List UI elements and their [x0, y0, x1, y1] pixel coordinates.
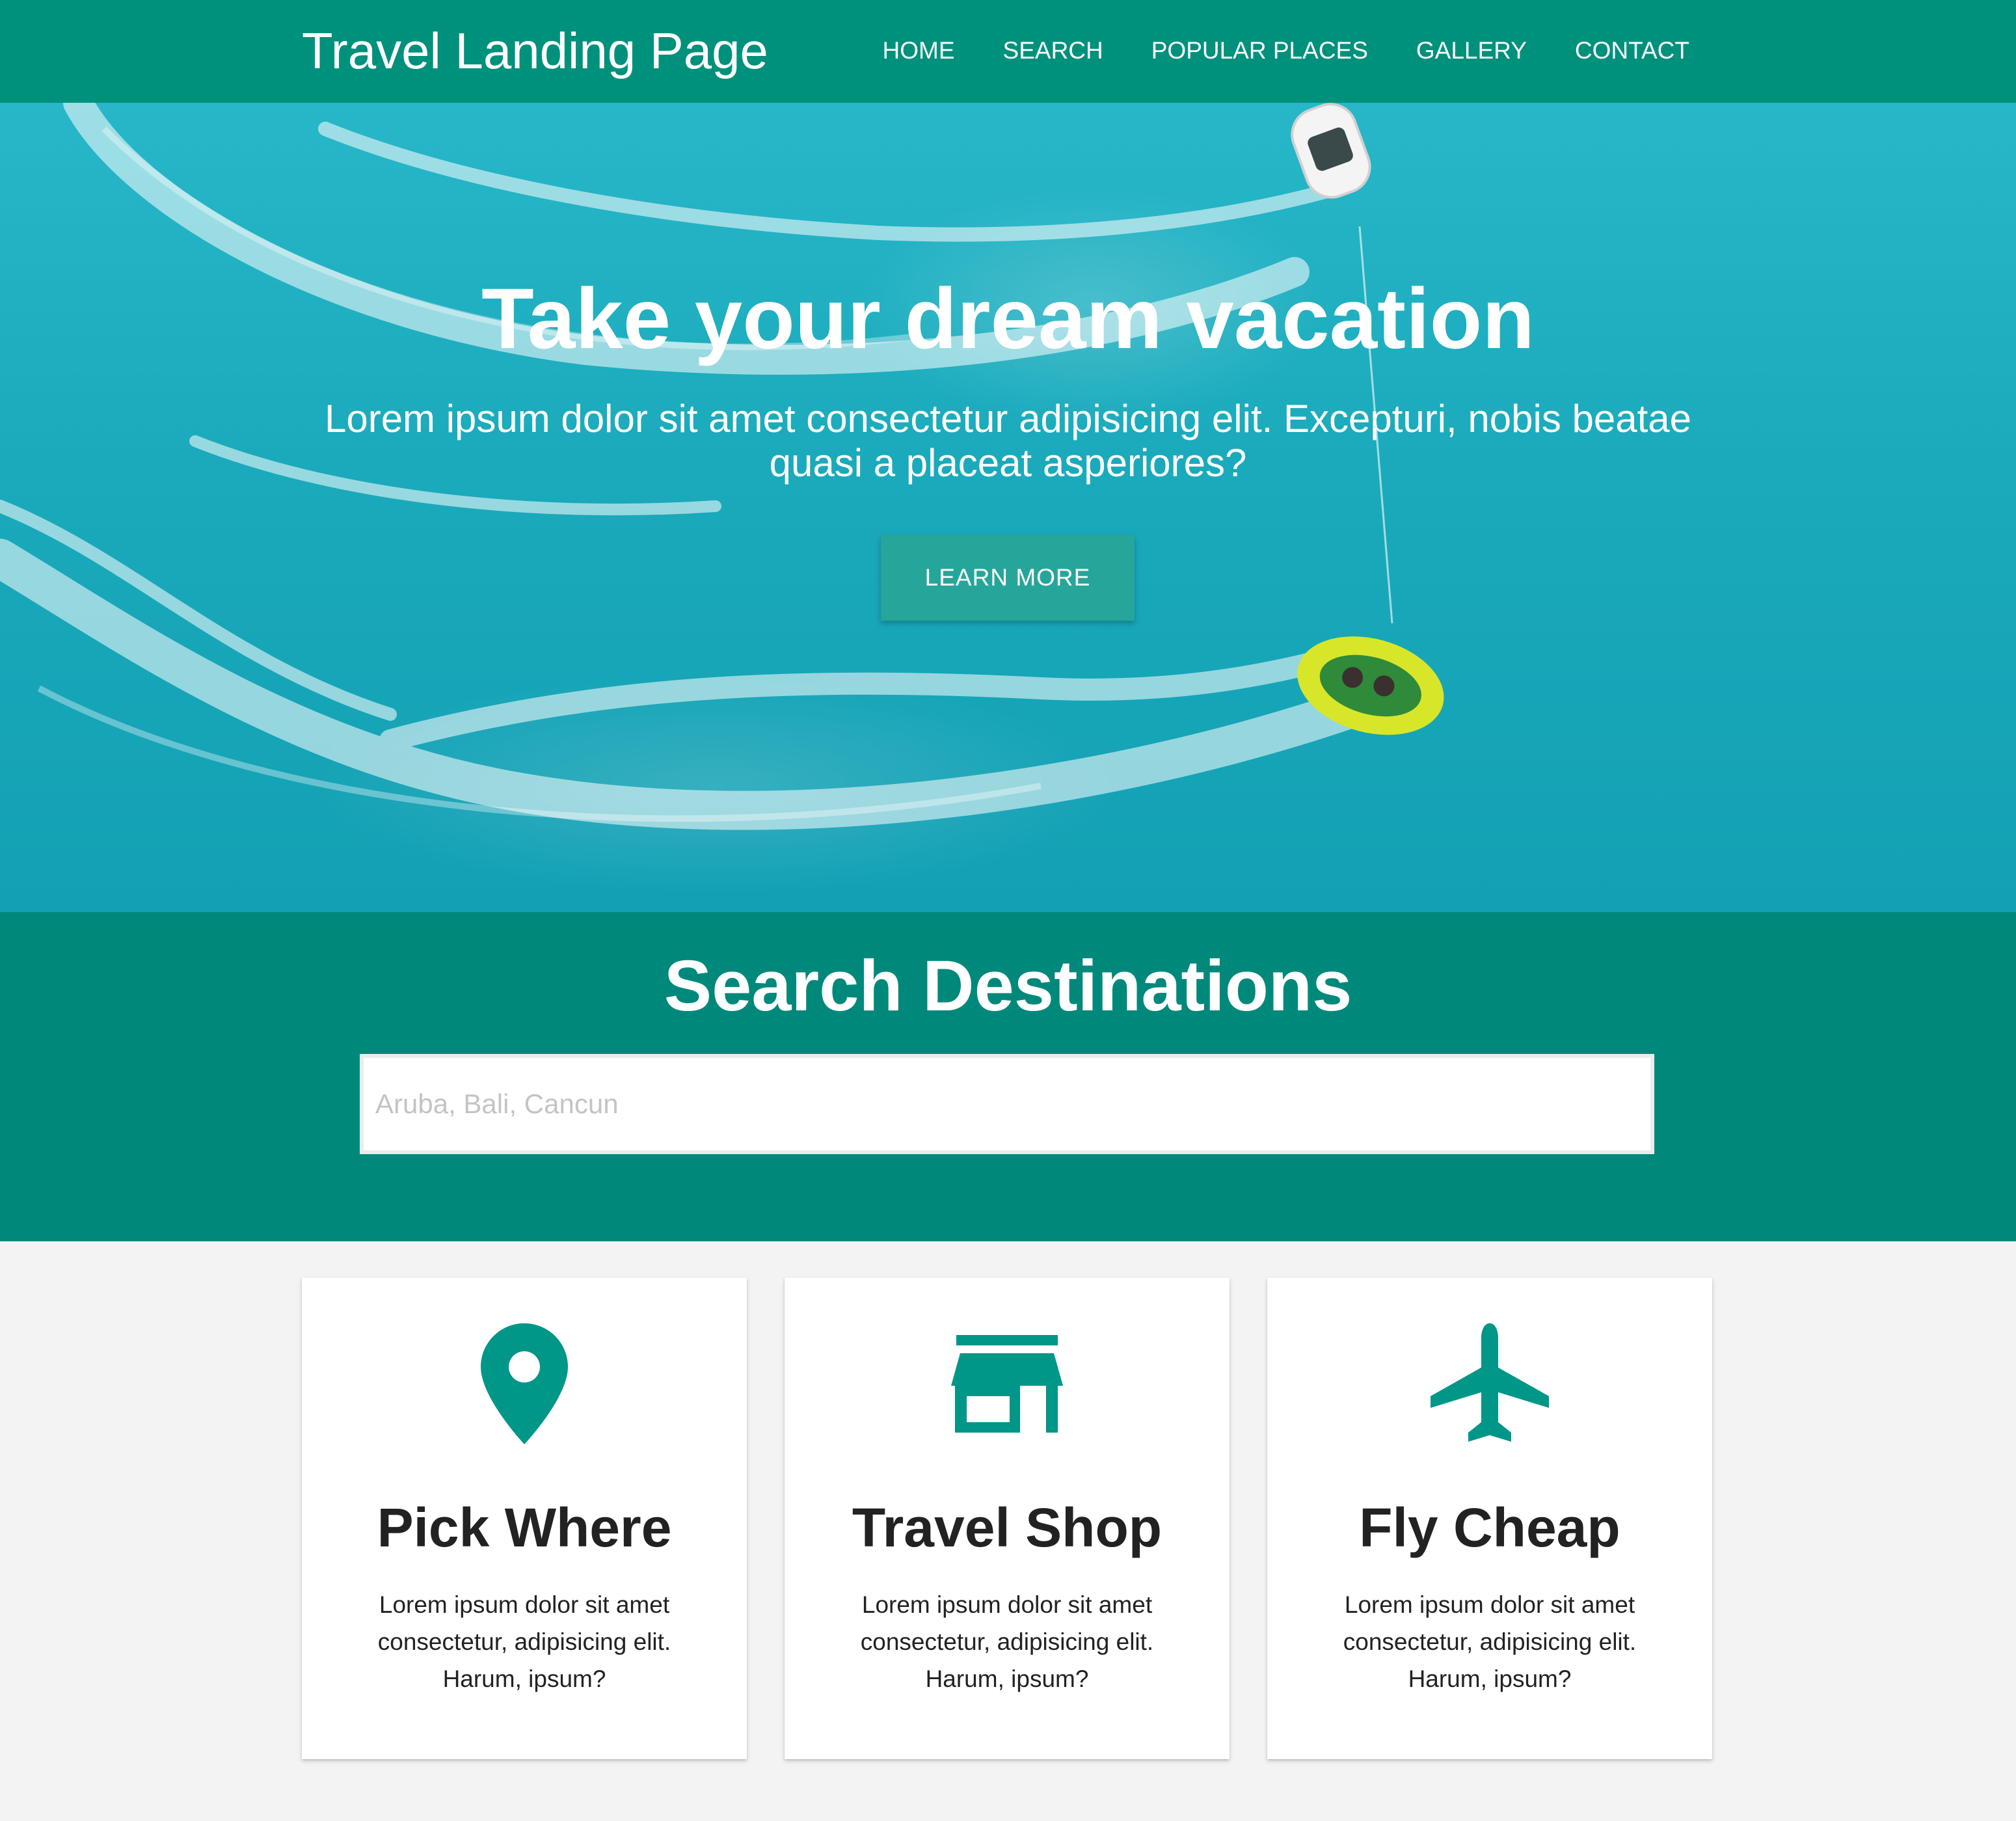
search-title: Search Destinations — [664, 946, 1352, 1026]
nav-link-home[interactable]: HOME — [883, 26, 955, 75]
hero-subtitle: Lorem ipsum dolor sit amet consectetur a… — [324, 397, 1692, 485]
map-pin-icon — [302, 1323, 747, 1453]
card-text: Lorem ipsum dolor sit amet consectetur, … — [860, 1591, 1154, 1692]
card-pick-where: Pick Where Lorem ipsum dolor sit amet co… — [302, 1278, 747, 1759]
features-section: Pick Where Lorem ipsum dolor sit amet co… — [0, 1241, 2016, 1821]
nav-link-gallery[interactable]: GALLERY — [1416, 26, 1527, 75]
card-text: Lorem ipsum dolor sit amet consectetur, … — [1343, 1591, 1637, 1692]
card-travel-shop: Travel Shop Lorem ipsum dolor sit amet c… — [785, 1278, 1230, 1759]
card-title: Fly Cheap — [1359, 1497, 1620, 1558]
nav-link-search[interactable]: SEARCH — [1003, 26, 1103, 75]
card-text: Lorem ipsum dolor sit amet consectetur, … — [377, 1591, 671, 1692]
hero-title: Take your dream vacation — [481, 271, 1535, 366]
navbar: Travel Landing Page HOME SEARCH POPULAR … — [0, 0, 2016, 103]
nav-link-contact[interactable]: CONTACT — [1575, 26, 1689, 75]
brand-logo[interactable]: Travel Landing Page — [302, 18, 768, 83]
airplane-icon — [1267, 1323, 1712, 1453]
card-title: Pick Where — [377, 1497, 672, 1558]
learn-more-button[interactable]: LEARN MORE — [881, 535, 1135, 621]
search-section: Search Destinations — [0, 912, 2016, 1241]
nav-link-popular-places[interactable]: POPULAR PLACES — [1151, 26, 1368, 75]
store-icon — [785, 1323, 1230, 1453]
hero-background-image — [0, 103, 1444, 830]
card-title: Travel Shop — [852, 1497, 1163, 1558]
card-fly-cheap: Fly Cheap Lorem ipsum dolor sit amet con… — [1267, 1278, 1712, 1759]
hero-section: Take your dream vacation Lorem ipsum dol… — [0, 103, 2016, 912]
nav-menu: HOME SEARCH POPULAR PLACES GALLERY CONTA… — [835, 26, 1689, 75]
search-input[interactable] — [360, 1054, 1654, 1154]
